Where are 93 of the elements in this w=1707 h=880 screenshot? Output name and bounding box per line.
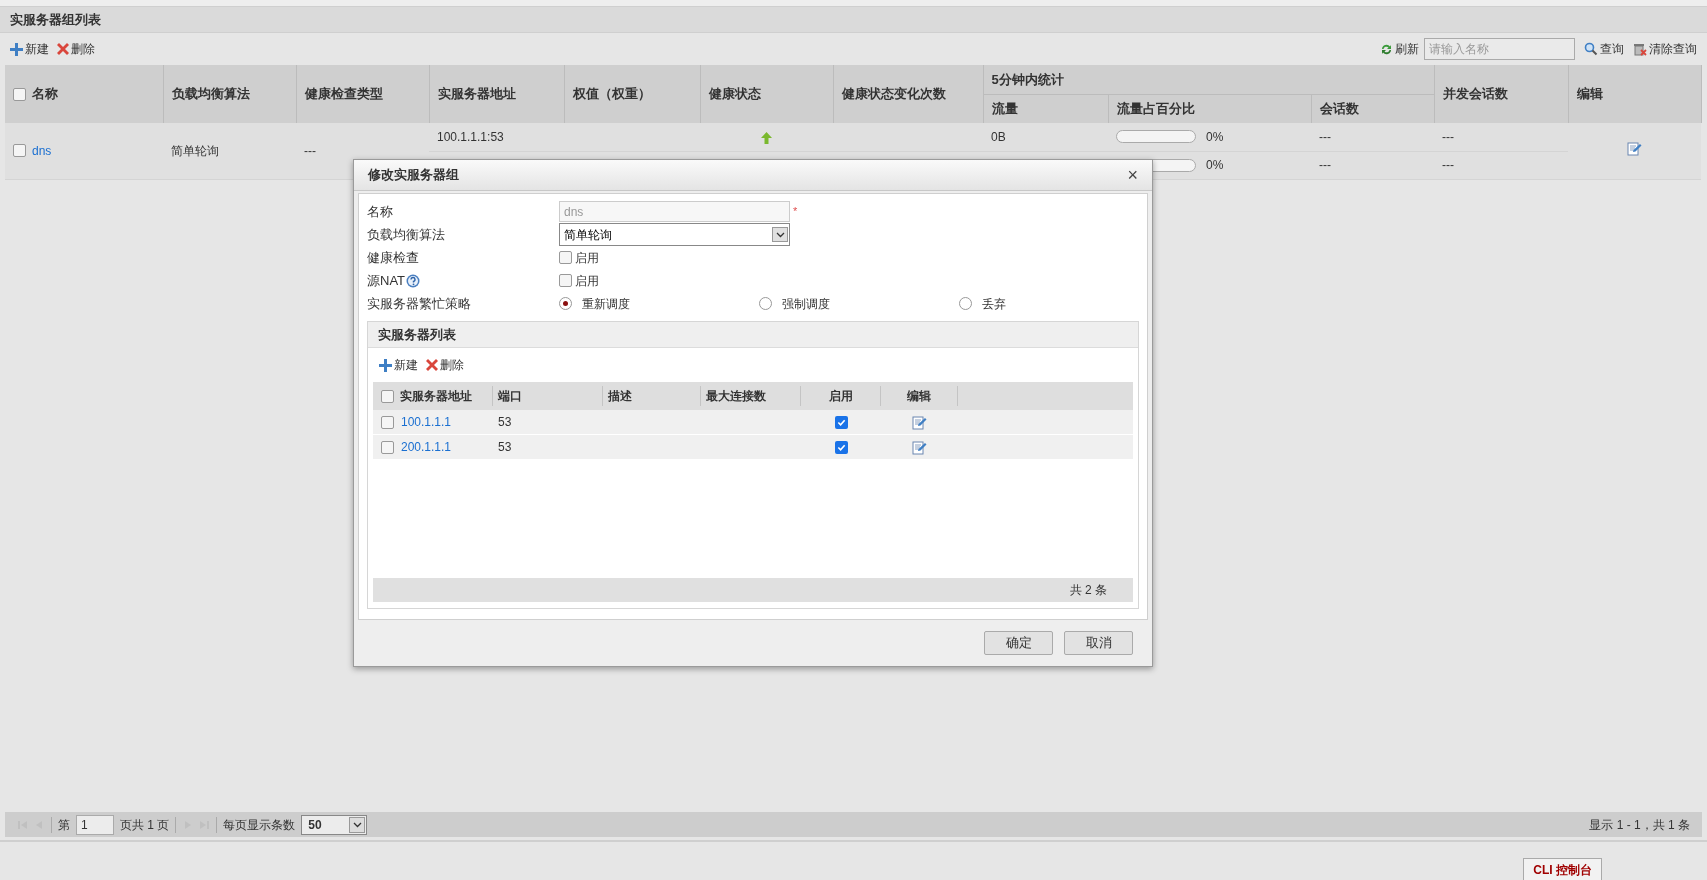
- column-header: 实服务器地址: [400, 388, 472, 405]
- column-header: 并发会话数: [1442, 86, 1508, 102]
- help-icon[interactable]: [406, 273, 421, 288]
- column-header: 编辑: [907, 388, 931, 405]
- record-count: 共 2 条: [1069, 582, 1107, 599]
- cancel-button[interactable]: 取消: [1064, 631, 1133, 655]
- new-button[interactable]: 新建: [10, 40, 49, 58]
- table-cell: 53: [498, 415, 512, 429]
- confirm-button[interactable]: 确定: [984, 631, 1053, 655]
- row-checkbox[interactable]: [381, 440, 394, 454]
- radio-label: 强制调度: [782, 295, 830, 313]
- group-name-link[interactable]: dns: [32, 141, 52, 160]
- refresh-icon: [1380, 42, 1393, 56]
- column-header: 负载均衡算法: [171, 86, 250, 102]
- algorithm-select[interactable]: 简单轮询: [559, 223, 790, 246]
- checkbox-label: 启用: [575, 272, 599, 290]
- table-cell: 53: [498, 440, 512, 454]
- radio-label: 重新调度: [582, 295, 630, 313]
- search-field[interactable]: 请输入名称: [1424, 38, 1575, 60]
- radio-button[interactable]: [759, 297, 772, 310]
- column-header: 流量: [991, 101, 1018, 116]
- required-mark: *: [793, 204, 798, 220]
- table-cell: ---: [304, 143, 316, 158]
- page-number-field[interactable]: 1: [76, 814, 114, 835]
- field-label: 健康检查: [367, 248, 419, 267]
- checkbox-label: 启用: [575, 249, 599, 267]
- column-header: 端口: [498, 388, 522, 405]
- select-all-checkbox[interactable]: [381, 389, 394, 403]
- cli-console-tab[interactable]: CLI 控制台: [1523, 858, 1602, 880]
- field-label: 名称: [367, 202, 393, 221]
- edit-icon[interactable]: [912, 414, 927, 430]
- column-header: 健康检查类型: [304, 86, 383, 102]
- page-size-label: 每页显示条数: [223, 816, 296, 834]
- edit-icon[interactable]: [1627, 140, 1643, 156]
- cross-icon: [426, 359, 438, 371]
- table-cell: ---: [1442, 158, 1455, 172]
- table-cell-text: 0%: [1206, 128, 1224, 146]
- panel-title: 实服务器列表: [378, 325, 456, 344]
- column-header: 会话数: [1319, 101, 1359, 116]
- cross-icon: [57, 43, 69, 55]
- column-header: 健康状态: [708, 86, 761, 102]
- record-summary: 显示 1 - 1，共 1 条: [1589, 816, 1690, 834]
- column-header: 编辑: [1576, 86, 1603, 102]
- radio-button[interactable]: [959, 297, 972, 310]
- column-header: 描述: [608, 388, 632, 405]
- clear-query-button[interactable]: 清除查询: [1633, 40, 1697, 58]
- column-header: 名称: [32, 85, 58, 104]
- column-header: 权值（权重）: [572, 86, 651, 102]
- select-all-checkbox[interactable]: [13, 87, 26, 101]
- table-cell: ---: [1319, 129, 1331, 144]
- column-header: 健康状态变化次数: [841, 86, 946, 102]
- field-label: 源NAT: [367, 271, 406, 290]
- dialog-title: 修改实服务器组: [368, 166, 459, 185]
- enabled-checkbox[interactable]: [834, 415, 848, 429]
- delete-button[interactable]: 删除: [57, 40, 95, 58]
- row-checkbox[interactable]: [381, 415, 394, 429]
- table-cell: 100.1.1.1:53: [437, 129, 504, 144]
- table-cell: ---: [1319, 158, 1331, 172]
- close-button[interactable]: ×: [1127, 166, 1138, 184]
- edit-icon[interactable]: [912, 439, 927, 455]
- query-button[interactable]: 查询: [1584, 40, 1624, 58]
- plus-icon: [10, 42, 23, 56]
- field-label: 负载均衡算法: [367, 225, 445, 244]
- table-cell: 简单轮询: [171, 143, 219, 158]
- page-label: 第: [58, 816, 70, 834]
- plus-icon: [379, 358, 392, 372]
- row-checkbox[interactable]: [13, 144, 26, 158]
- delete-button[interactable]: 删除: [426, 356, 464, 374]
- search-icon: [1584, 42, 1598, 56]
- table-cell-text: 0%: [1206, 157, 1224, 174]
- field-label: 实服务器繁忙策略: [367, 294, 471, 313]
- table-cell: ---: [1442, 129, 1455, 144]
- chevron-down-icon: [352, 821, 362, 828]
- page-size-select[interactable]: 50: [301, 814, 368, 835]
- column-header: 实服务器地址: [437, 86, 516, 102]
- column-header: 最大连接数: [706, 388, 766, 405]
- column-header: 5分钟内统计: [983, 65, 1435, 94]
- refresh-button[interactable]: 刷新: [1380, 40, 1419, 58]
- server-address-link[interactable]: 100.1.1.1: [401, 413, 452, 431]
- checkbox[interactable]: [559, 251, 572, 264]
- page-total: 页共 1 页: [120, 816, 170, 834]
- radio-button[interactable]: [559, 297, 572, 310]
- chevron-down-icon: [775, 231, 785, 238]
- trash-icon: [1633, 42, 1647, 56]
- server-address-link[interactable]: 200.1.1.1: [401, 438, 452, 456]
- radio-label: 丢弃: [982, 295, 1006, 313]
- enabled-checkbox[interactable]: [834, 440, 848, 454]
- checkbox[interactable]: [559, 274, 572, 287]
- new-button[interactable]: 新建: [379, 356, 418, 374]
- page-title: 实服务器组列表: [10, 10, 101, 29]
- column-header: 启用: [828, 388, 853, 405]
- table-cell: 0B: [991, 129, 1006, 144]
- column-header: 流量占百分比: [1116, 101, 1195, 116]
